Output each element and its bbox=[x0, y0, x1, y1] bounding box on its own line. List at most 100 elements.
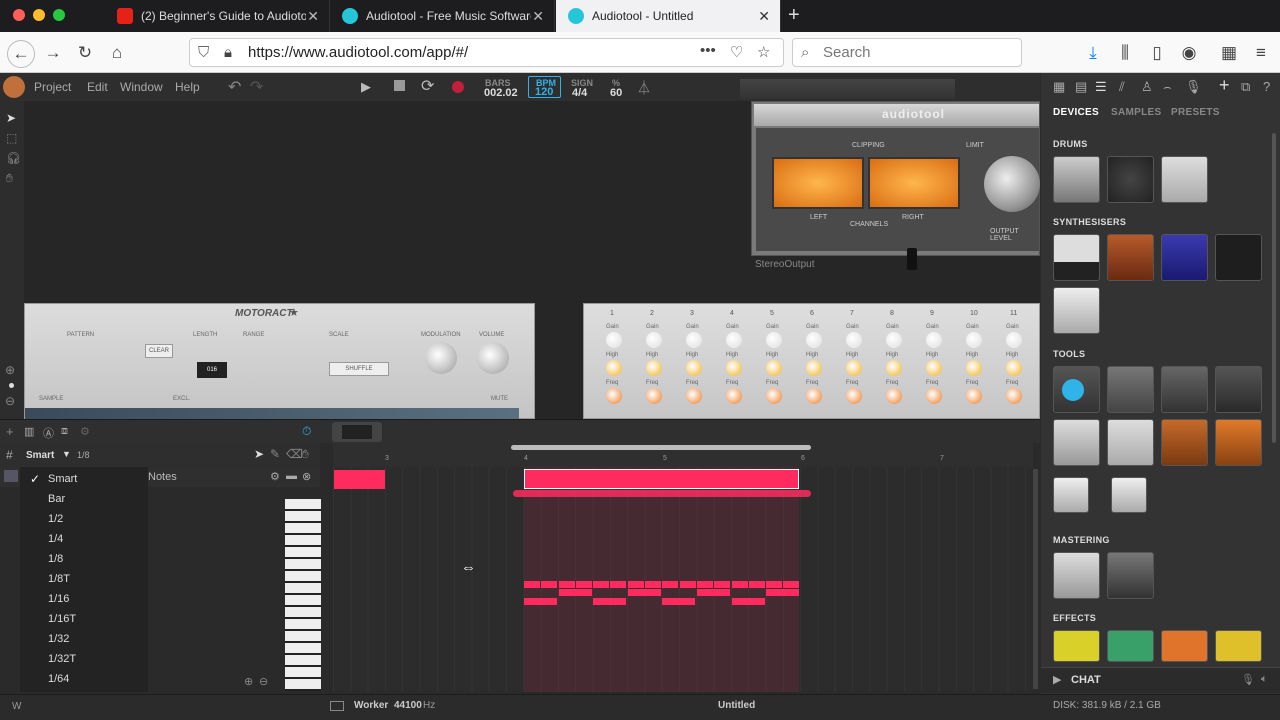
mixer-knob[interactable] bbox=[726, 388, 742, 404]
mixer-knob[interactable] bbox=[926, 332, 942, 348]
device-drum-machine-3[interactable] bbox=[1161, 156, 1208, 203]
rows-view-icon[interactable]: ☰ bbox=[1095, 79, 1107, 95]
mixer-knob[interactable] bbox=[606, 360, 622, 376]
snap-option[interactable]: 1/4 bbox=[48, 533, 63, 545]
note[interactable] bbox=[645, 581, 661, 588]
device-tool-9[interactable] bbox=[1053, 477, 1089, 513]
mixer-knob[interactable] bbox=[806, 360, 822, 376]
minimize-window-button[interactable] bbox=[33, 9, 45, 21]
modulation-knob[interactable] bbox=[425, 342, 457, 374]
close-window-button[interactable] bbox=[13, 9, 25, 21]
device-effect-2[interactable] bbox=[1107, 630, 1154, 662]
mixer-knob[interactable] bbox=[686, 388, 702, 404]
grid-view-icon[interactable]: ▦ bbox=[1053, 79, 1065, 95]
mixer-knob[interactable] bbox=[1006, 360, 1022, 376]
pocket-icon[interactable]: ♡ bbox=[730, 39, 743, 66]
snap-option[interactable]: 1/16 bbox=[48, 593, 69, 605]
device-drum-machine-1[interactable] bbox=[1053, 156, 1100, 203]
pencil-icon[interactable]: ✎ bbox=[270, 447, 280, 461]
mixer-knob[interactable] bbox=[846, 360, 862, 376]
note[interactable] bbox=[697, 589, 730, 596]
timeline-ruler[interactable]: 3 4 5 6 7 bbox=[333, 443, 1033, 467]
people-icon[interactable]: ♙ bbox=[1141, 79, 1153, 95]
device-tool-5[interactable] bbox=[1053, 419, 1100, 466]
avatar[interactable] bbox=[3, 76, 25, 98]
home-button[interactable]: ⌂ bbox=[104, 40, 130, 66]
piano-icon[interactable]: ▥ bbox=[24, 425, 34, 438]
snap-mode-label[interactable]: Smart bbox=[26, 450, 54, 461]
device-tool-8[interactable] bbox=[1215, 419, 1262, 466]
track-name[interactable]: Notes bbox=[148, 471, 177, 483]
device-tool-kobolt[interactable] bbox=[1161, 366, 1208, 413]
note[interactable] bbox=[559, 589, 592, 596]
close-tab-icon[interactable]: ✕ bbox=[307, 8, 319, 25]
mixer-knob[interactable] bbox=[886, 388, 902, 404]
note[interactable] bbox=[610, 581, 626, 588]
snap-option[interactable]: 1/8T bbox=[48, 573, 70, 585]
zoom-thumb[interactable] bbox=[342, 425, 372, 439]
motoract-synth-device[interactable]: MOTORACT ★ PATTERN LENGTH RANGE SCALE MO… bbox=[24, 303, 535, 420]
mixer-knob[interactable] bbox=[966, 388, 982, 404]
eraser-icon[interactable]: ⌫ bbox=[286, 447, 303, 461]
zoom-out-icon[interactable]: ⊖ bbox=[259, 675, 268, 688]
stereo-output-device[interactable]: audiotool CLIPPING LIMIT LEFT RIGHT CHAN… bbox=[751, 101, 1040, 256]
select-tool-icon[interactable]: ⬚ bbox=[6, 131, 17, 145]
new-tab-button[interactable]: + bbox=[788, 4, 800, 27]
region-clip-1[interactable] bbox=[334, 470, 385, 489]
note[interactable] bbox=[766, 589, 799, 596]
device-synth-5[interactable] bbox=[1053, 287, 1100, 334]
mixer-knob[interactable] bbox=[766, 388, 782, 404]
snap-option[interactable]: Smart bbox=[48, 473, 77, 485]
add-icon[interactable]: + bbox=[1219, 75, 1230, 96]
device-tool-2[interactable] bbox=[1107, 366, 1154, 413]
device-synth-4[interactable] bbox=[1215, 234, 1262, 281]
note[interactable] bbox=[749, 581, 765, 588]
snap-option[interactable]: 1/32T bbox=[48, 653, 76, 665]
note[interactable] bbox=[697, 581, 713, 588]
mixer-knob[interactable] bbox=[926, 360, 942, 376]
track-close-icon[interactable]: ⊗ bbox=[302, 470, 311, 483]
undo-icon[interactable]: ↶ bbox=[228, 77, 241, 97]
forward-button[interactable]: → bbox=[40, 40, 66, 66]
note[interactable] bbox=[524, 581, 540, 588]
account-icon[interactable]: ◉ bbox=[1176, 40, 1202, 66]
bpm-box[interactable]: BPM 120 bbox=[528, 76, 561, 98]
tab-presets[interactable]: PRESETS bbox=[1171, 107, 1220, 118]
mixer-knob[interactable] bbox=[1006, 332, 1022, 348]
note[interactable] bbox=[628, 581, 644, 588]
mixer-knob[interactable] bbox=[886, 360, 902, 376]
note[interactable] bbox=[593, 598, 626, 605]
chevron-down-icon[interactable]: ▼ bbox=[62, 449, 71, 459]
close-tab-icon[interactable]: ✕ bbox=[532, 8, 544, 25]
note[interactable] bbox=[628, 589, 661, 596]
snap-option[interactable]: 1/8 bbox=[48, 553, 63, 565]
redo-icon[interactable]: ↷ bbox=[250, 77, 263, 97]
menu-edit[interactable]: Edit bbox=[87, 80, 108, 94]
zoom-in-icon[interactable]: ⊕ bbox=[244, 675, 253, 688]
tab-audiotool-home[interactable]: Audiotool - Free Music Software ✕ bbox=[330, 0, 555, 32]
snap-option[interactable]: 1/64 bbox=[48, 673, 69, 685]
editor-v-scrollbar[interactable] bbox=[1033, 469, 1038, 689]
menu-help[interactable]: Help bbox=[175, 80, 200, 94]
zoom-window-button[interactable] bbox=[53, 9, 65, 21]
note[interactable] bbox=[541, 581, 557, 588]
mixer-knob[interactable] bbox=[806, 388, 822, 404]
note[interactable] bbox=[732, 581, 748, 588]
hand-tool-icon[interactable]: ✋︎ bbox=[6, 171, 13, 186]
mixer-knob[interactable] bbox=[646, 388, 662, 404]
bookmark-star-icon[interactable]: ☆ bbox=[757, 39, 770, 66]
shuffle-value[interactable]: 60 bbox=[610, 87, 622, 99]
mixer-knob[interactable] bbox=[926, 388, 942, 404]
bars-value[interactable]: 002.02 bbox=[484, 87, 518, 99]
mixer-knob[interactable] bbox=[766, 332, 782, 348]
mixer-knob[interactable] bbox=[766, 360, 782, 376]
pointer-tool-icon[interactable]: ➤ bbox=[6, 111, 16, 125]
reload-button[interactable]: ↻ bbox=[72, 40, 98, 66]
automation-icon[interactable]: Ⓐ bbox=[43, 425, 54, 441]
snap-option[interactable]: 1/16T bbox=[48, 613, 76, 625]
note[interactable] bbox=[732, 598, 765, 605]
device-tool-7[interactable] bbox=[1161, 419, 1208, 466]
mixer-knob[interactable] bbox=[966, 360, 982, 376]
mixer-knob[interactable] bbox=[726, 332, 742, 348]
tab-youtube[interactable]: (2) Beginner's Guide to Audioto ✕ bbox=[105, 0, 330, 32]
